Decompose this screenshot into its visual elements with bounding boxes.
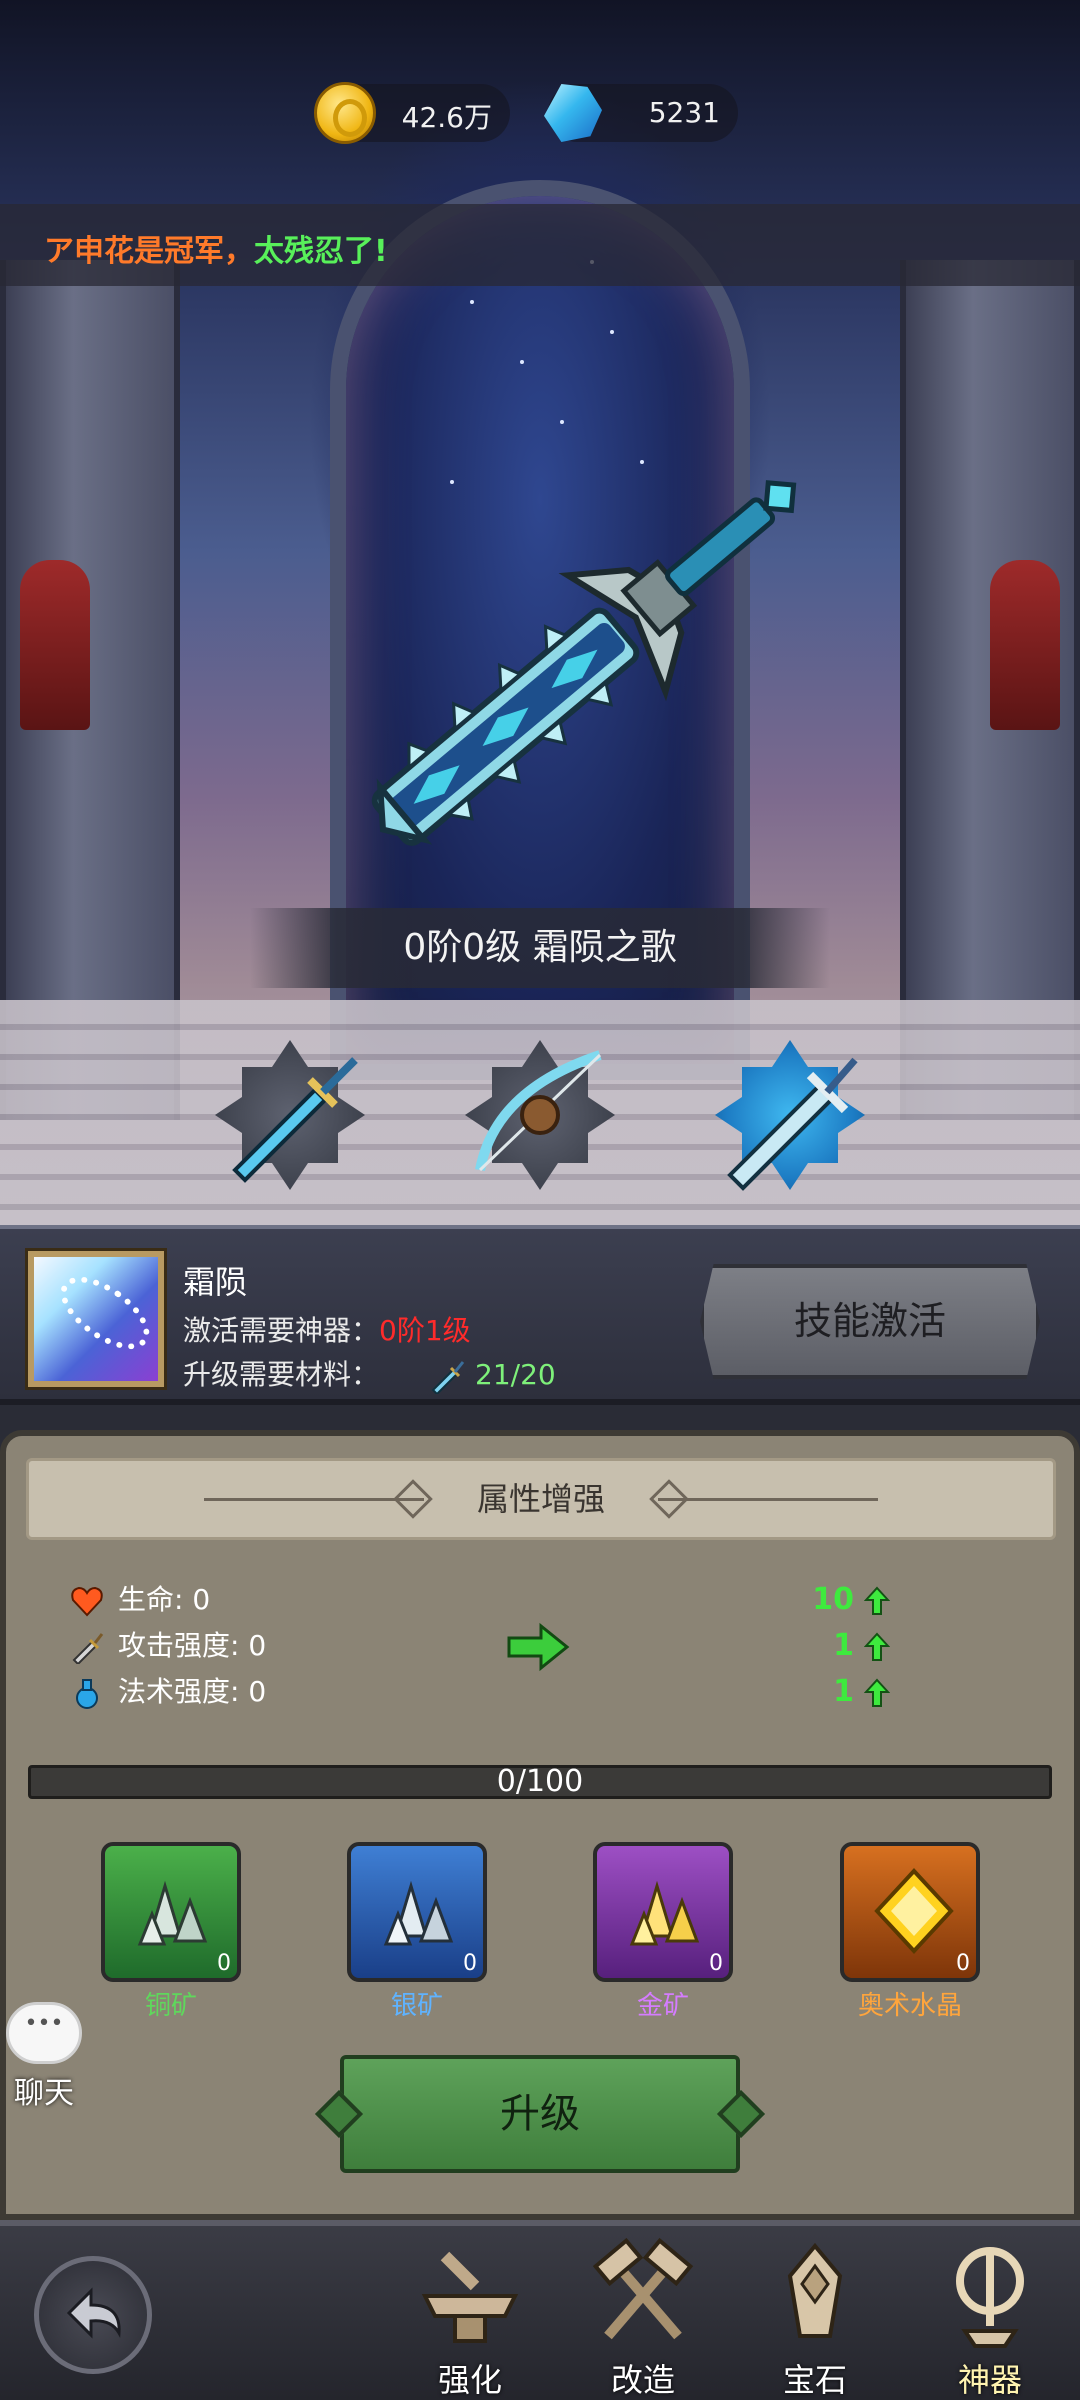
- activate-requirement-label: 激活需要神器：: [183, 1314, 380, 1347]
- silver-label: 银矿: [390, 1991, 443, 2021]
- arrow-right-icon: [507, 1622, 570, 1672]
- bow-icon: [475, 1050, 602, 1172]
- gem-socket-icon: [787, 2242, 843, 2338]
- bottom-nav: 强化 改造 宝石 神器: [0, 2220, 1080, 2400]
- anvil-icon: [421, 2251, 519, 2343]
- nav-gem-label: 宝石: [782, 2361, 847, 2399]
- skill-info-panel: 霜陨 激活需要神器：0阶1级 升级需要材料： 21/20 技能激活: [0, 1225, 1080, 1405]
- gold-coin-icon: [314, 82, 376, 144]
- copper-label: 铜矿: [144, 1991, 197, 2021]
- material-copper[interactable]: 0: [101, 1842, 241, 1982]
- dagger-icon: [232, 1057, 358, 1183]
- gem-value: 5231: [648, 96, 720, 129]
- material-silver[interactable]: 0: [347, 1842, 487, 1982]
- copper-count: 0: [217, 1951, 231, 1976]
- nav-artifact-label: 神器: [957, 2361, 1022, 2399]
- nav-strengthen[interactable]: 强化: [405, 2236, 535, 2400]
- material-gold[interactable]: 0: [593, 1842, 733, 1982]
- sword-icon: [72, 1633, 104, 1664]
- upgrade-requirement-count: 21/20: [475, 1358, 556, 1391]
- gain-attack: 1: [760, 1626, 890, 1666]
- gem-counter[interactable]: 5231: [544, 84, 738, 142]
- potion-icon: [76, 1679, 98, 1709]
- attribute-header-title: 属性增强: [476, 1480, 605, 1518]
- material-arcane-crystal[interactable]: 0: [840, 1842, 980, 1982]
- stat-magic-label: 法术强度: 0: [118, 1675, 267, 1708]
- stat-health-label: 生命: 0: [118, 1583, 211, 1616]
- crossed-hammers-icon: [592, 2237, 694, 2340]
- chat-label: 聊天: [14, 2076, 74, 2111]
- sword-icon: [727, 1057, 858, 1191]
- nav-reforge[interactable]: 改造: [578, 2236, 708, 2400]
- stat-attack: 攻击强度: 0: [70, 1626, 266, 1666]
- stat-magic: 法术强度: 0: [70, 1672, 266, 1712]
- arcane-crystal-icon: [874, 1868, 954, 1954]
- heart-icon: [71, 1586, 103, 1617]
- silver-ore-icon: [383, 1880, 454, 1946]
- artifact-sword-image: [371, 480, 797, 846]
- dagger-material-icon: [431, 1361, 465, 1394]
- nav-artifact[interactable]: 神器: [925, 2236, 1055, 2400]
- nav-gem[interactable]: 宝石: [750, 2236, 880, 2400]
- upgrade-button[interactable]: 升级: [314, 2055, 766, 2173]
- upgrade-requirement: 升级需要材料： 21/20: [183, 1353, 556, 1394]
- stat-attack-label: 攻击强度: 0: [118, 1629, 267, 1662]
- activate-requirement-value: 0阶1级: [379, 1314, 471, 1347]
- chat-bubble-icon: [6, 2002, 82, 2064]
- upgrade-progress-bar: 0/100: [28, 1765, 1052, 1799]
- artifact-icon: [956, 2247, 1024, 2348]
- arrow-up-icon: [864, 1632, 890, 1661]
- progress-text: 0/100: [496, 1764, 584, 1799]
- gold-label: 金矿: [636, 1991, 689, 2021]
- nav-strengthen-label: 强化: [437, 2361, 502, 2399]
- gain-health: 10: [760, 1580, 890, 1620]
- skill-name: 霜陨: [183, 1263, 248, 1301]
- gold-value: 42.6万: [401, 101, 492, 134]
- arcane-crystal-label: 奥术水晶: [857, 1991, 962, 2021]
- chat-button[interactable]: 聊天: [6, 2002, 82, 2112]
- gain-magic: 1: [760, 1672, 890, 1712]
- right-banner: [990, 560, 1060, 730]
- ticker-part-1: ア申花是冠军，: [44, 234, 254, 269]
- arrow-up-icon: [864, 1678, 890, 1707]
- slot-sword[interactable]: [705, 1030, 875, 1200]
- copper-ore-icon: [137, 1880, 208, 1946]
- gain-magic-value: 1: [833, 1674, 854, 1709]
- back-arrow-icon: [66, 2287, 121, 2339]
- back-button[interactable]: [34, 2256, 152, 2374]
- gain-attack-value: 1: [833, 1628, 854, 1663]
- ticker-part-2: 太残忍了!: [254, 234, 388, 269]
- upgrade-button-label: 升级: [500, 2091, 580, 2137]
- silver-count: 0: [463, 1951, 477, 1976]
- crystal-count: 0: [956, 1951, 970, 1976]
- activate-requirement: 激活需要神器：0阶1级: [183, 1309, 471, 1349]
- left-banner: [20, 560, 90, 730]
- frost-skill-icon[interactable]: [28, 1251, 164, 1387]
- announcement-ticker: ア申花是冠军，太残忍了!: [0, 204, 1080, 286]
- artifact-title: 0阶0级 霜陨之歌: [250, 908, 830, 988]
- slot-bow[interactable]: [455, 1030, 625, 1200]
- skill-activate-button[interactable]: 技能激活: [700, 1264, 1040, 1379]
- nav-reforge-label: 改造: [610, 2361, 675, 2399]
- gain-health-value: 10: [812, 1582, 854, 1617]
- stat-health: 生命: 0: [70, 1580, 210, 1620]
- upgrade-requirement-label: 升级需要材料：: [183, 1358, 380, 1391]
- slot-dagger[interactable]: [205, 1030, 375, 1200]
- gold-counter[interactable]: 42.6万: [314, 82, 510, 144]
- attribute-header: 属性增强: [26, 1458, 1056, 1540]
- arrow-up-icon: [864, 1586, 890, 1615]
- gold-count: 0: [709, 1951, 723, 1976]
- gold-ore-icon: [629, 1880, 700, 1946]
